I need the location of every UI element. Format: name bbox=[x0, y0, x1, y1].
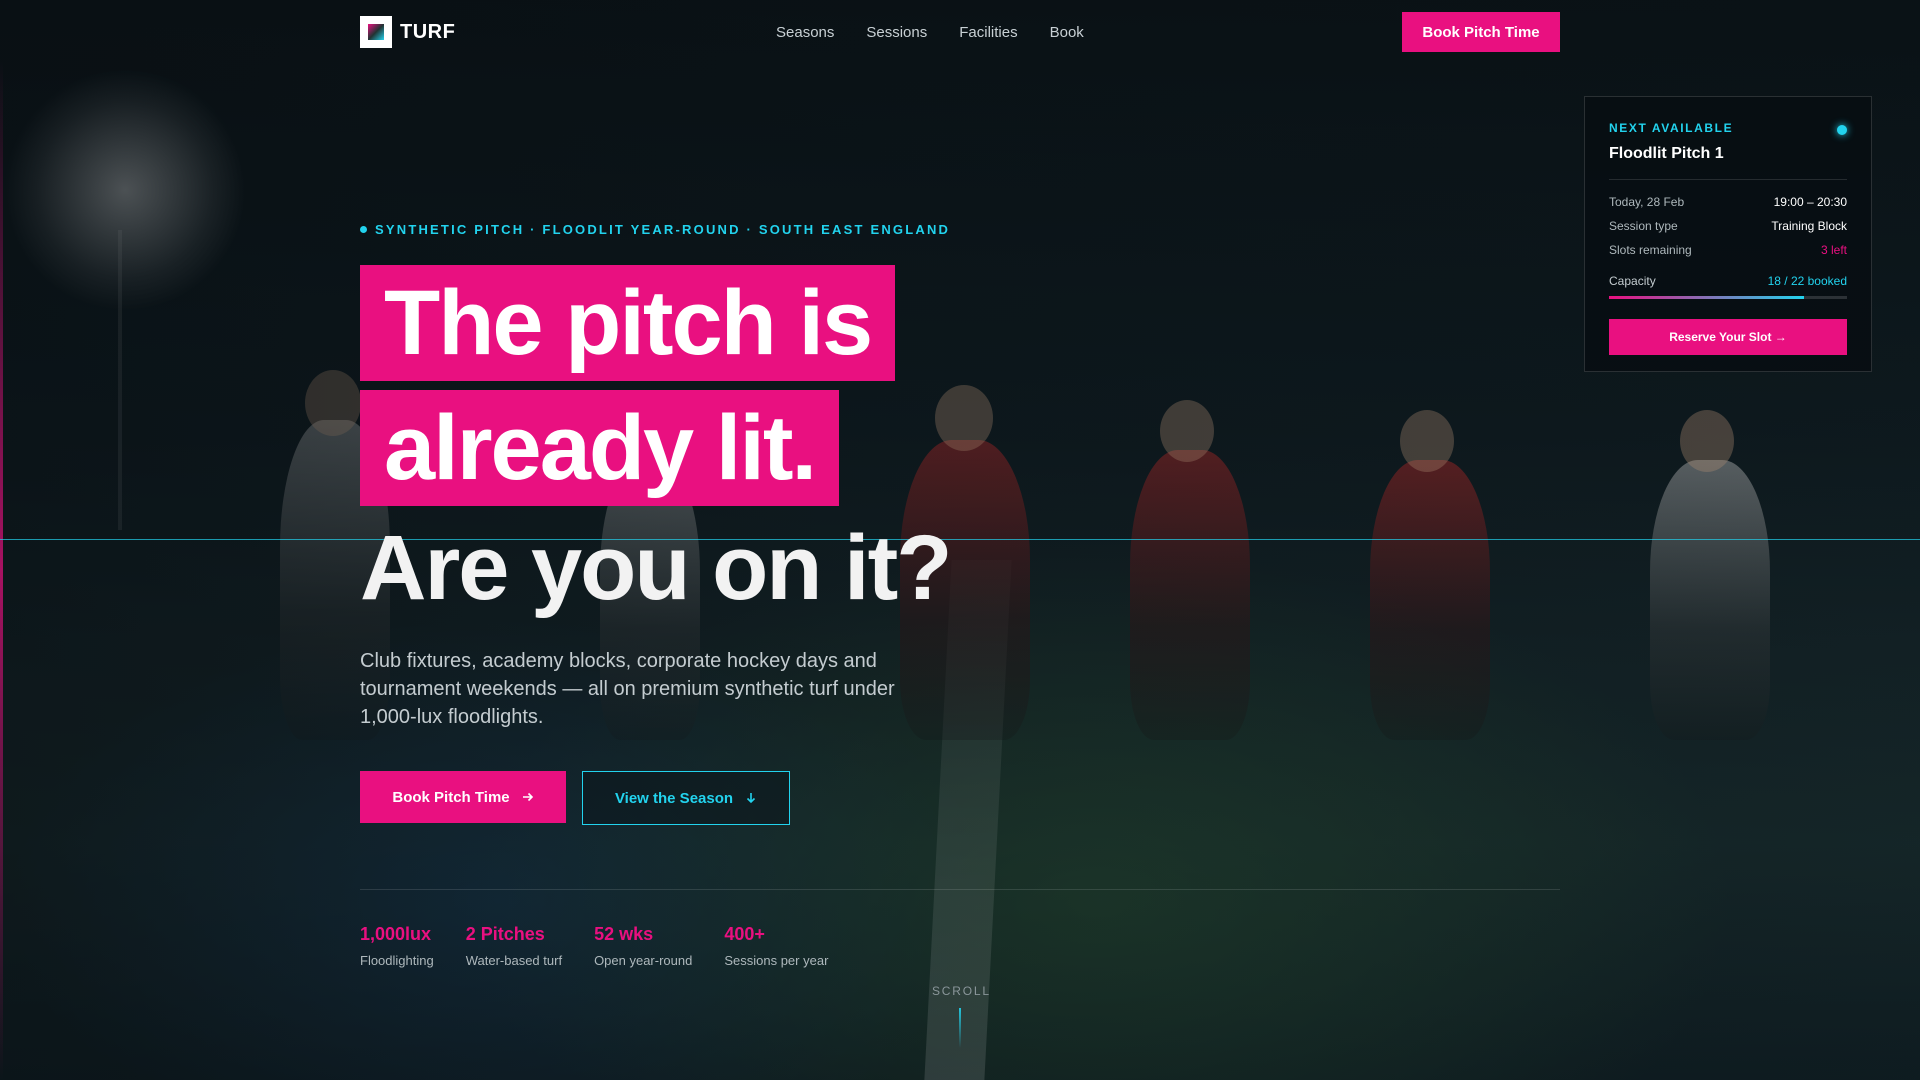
stat-label: Open year-round bbox=[594, 953, 693, 968]
capacity-progress-fill bbox=[1609, 296, 1804, 299]
edge-accent-line bbox=[0, 60, 3, 1080]
stat-value: 1,000lux bbox=[360, 924, 432, 944]
nav-link-seasons[interactable]: Seasons bbox=[776, 24, 834, 41]
row-value: Training Block bbox=[1771, 219, 1847, 233]
capacity-progress-bar bbox=[1609, 296, 1847, 299]
nav-link-facilities[interactable]: Facilities bbox=[959, 24, 1017, 41]
horizontal-accent-line bbox=[0, 539, 1920, 540]
card-row-session-type: Session type Training Block bbox=[1609, 214, 1847, 238]
hero-eyebrow-text: SYNTHETIC PITCH · FLOODLIT YEAR-ROUND · … bbox=[375, 222, 951, 237]
nav-book-pitch-button[interactable]: Book Pitch Time bbox=[1402, 12, 1560, 52]
reserve-slot-button[interactable]: Reserve Your Slot → bbox=[1609, 319, 1847, 355]
brand-logo[interactable]: TURF bbox=[360, 16, 455, 48]
hero-book-pitch-label: Book Pitch Time bbox=[392, 788, 510, 806]
stat-label: Water-based turf bbox=[465, 953, 563, 968]
capacity-value: 18 / 22 booked bbox=[1767, 274, 1847, 288]
card-divider bbox=[1609, 179, 1847, 180]
stat-item: 1,000lux Floodlighting bbox=[360, 924, 434, 968]
stats-row: 1,000lux Floodlighting 2 Pitches Water-b… bbox=[360, 924, 828, 968]
stat-item: 400+ Sessions per year bbox=[724, 924, 828, 968]
next-available-card: NEXT AVAILABLE Floodlit Pitch 1 Today, 2… bbox=[1584, 96, 1872, 372]
logo-mark-icon bbox=[360, 16, 392, 48]
scroll-indicator-line bbox=[959, 1008, 961, 1048]
view-season-label: View the Season bbox=[614, 789, 734, 807]
scroll-indicator-label: SCROLL bbox=[932, 984, 991, 998]
nav-links: Seasons Sessions Facilities Book bbox=[776, 24, 1084, 41]
status-dot-icon bbox=[1837, 125, 1847, 135]
stat-value: 400+ bbox=[724, 924, 765, 944]
arrow-right-icon bbox=[522, 792, 533, 802]
arrow-down-icon bbox=[746, 793, 756, 804]
card-title: Floodlit Pitch 1 bbox=[1609, 145, 1724, 162]
headline-line-3: Are you on it? bbox=[360, 517, 952, 619]
stat-value: 2 Pitches bbox=[465, 924, 545, 944]
slots-remaining-value: 3 left bbox=[1820, 243, 1847, 257]
nav-link-book[interactable]: Book bbox=[1050, 24, 1084, 41]
stat-label: Sessions per year bbox=[724, 953, 829, 968]
eyebrow-dot-icon bbox=[360, 226, 367, 233]
headline-line-2: already lit. bbox=[360, 390, 840, 506]
top-navigation: TURF Seasons Sessions Facilities Book Bo… bbox=[360, 12, 1560, 52]
row-key: Today, 28 Feb bbox=[1609, 195, 1685, 209]
headline-line-1: The pitch is bbox=[360, 265, 896, 381]
capacity-row: Capacity 18 / 22 booked bbox=[1609, 274, 1847, 288]
row-key: Session type bbox=[1609, 219, 1678, 233]
row-key: Slots remaining bbox=[1609, 243, 1692, 257]
nav-link-sessions[interactable]: Sessions bbox=[866, 24, 927, 41]
hero-eyebrow: SYNTHETIC PITCH · FLOODLIT YEAR-ROUND · … bbox=[360, 222, 950, 237]
card-row-slots: Slots remaining 3 left bbox=[1609, 238, 1847, 262]
hero-book-pitch-button[interactable]: Book Pitch Time bbox=[360, 771, 566, 823]
view-season-button[interactable]: View the Season bbox=[582, 771, 790, 825]
stat-value: 52 wks bbox=[594, 924, 654, 944]
stats-divider bbox=[360, 889, 1560, 890]
row-value: 19:00 – 20:30 bbox=[1773, 195, 1847, 209]
stat-label: Floodlighting bbox=[360, 953, 434, 968]
hero-description: Club fixtures, academy blocks, corporate… bbox=[360, 650, 895, 728]
card-row-date: Today, 28 Feb 19:00 – 20:30 bbox=[1609, 190, 1847, 214]
stat-item: 2 Pitches Water-based turf bbox=[466, 924, 562, 968]
stat-item: 52 wks Open year-round bbox=[594, 924, 692, 968]
capacity-label: Capacity bbox=[1609, 274, 1656, 288]
card-eyebrow: NEXT AVAILABLE bbox=[1609, 121, 1734, 135]
brand-name: TURF bbox=[400, 20, 456, 43]
